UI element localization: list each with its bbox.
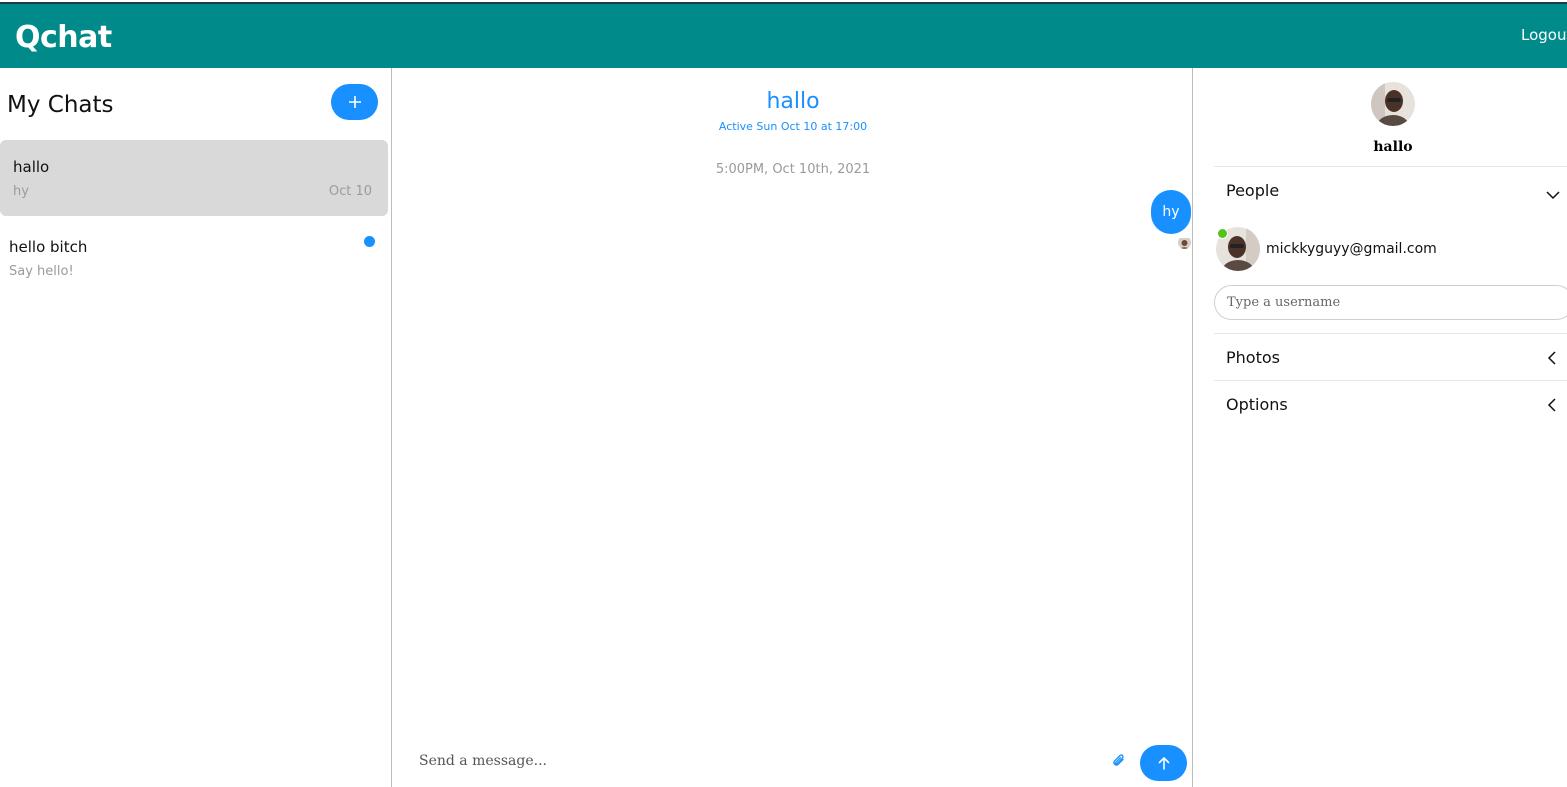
app-brand: Qchat xyxy=(15,20,112,55)
chat-card-name: hello bitch xyxy=(9,238,88,256)
person-email: mickkyguyy@gmail.com xyxy=(1266,241,1437,257)
chat-card-hello-bitch[interactable]: hello bitch Say hello! xyxy=(0,220,388,296)
online-status-indicator xyxy=(1217,228,1228,239)
people-section-header[interactable]: People xyxy=(1226,181,1279,200)
plus-icon xyxy=(348,96,361,108)
chevron-down-icon[interactable] xyxy=(1546,185,1560,204)
chat-card-date: Oct 10 xyxy=(328,184,372,199)
arrow-up-icon xyxy=(1158,757,1169,770)
message-timestamp: 5:00PM, Oct 10th, 2021 xyxy=(715,162,871,177)
chat-settings-panel: hallo People mickkyguyy@gmail.com Photos… xyxy=(1194,68,1567,787)
logout-button[interactable]: Logout xyxy=(1521,26,1567,44)
chat-card-last-message: Say hello! xyxy=(9,264,74,279)
chat-list-panel: My Chats hallo hy Oct 10 hello bitch Say… xyxy=(0,68,392,787)
chat-active-status: Active Sun Oct 10 at 17:00 xyxy=(718,120,868,133)
chat-card-last-message: hy xyxy=(13,184,29,199)
send-button[interactable] xyxy=(1140,745,1187,781)
options-section-header[interactable]: Options xyxy=(1226,395,1288,414)
username-search-input[interactable] xyxy=(1214,285,1567,320)
top-nav-bar: Qchat Logout xyxy=(0,2,1567,68)
chevron-left-icon[interactable] xyxy=(1547,350,1557,369)
chat-title: hallo xyxy=(766,89,820,114)
chat-settings-name: hallo xyxy=(1373,139,1413,155)
paperclip-icon[interactable] xyxy=(1111,753,1127,773)
divider xyxy=(1214,380,1567,381)
read-receipt-avatar xyxy=(1178,236,1191,249)
divider xyxy=(1214,166,1567,167)
chat-card-name: hallo xyxy=(13,158,50,176)
chat-avatar xyxy=(1371,82,1415,126)
message-bubble: hy xyxy=(1151,190,1191,234)
photos-section-header[interactable]: Photos xyxy=(1226,348,1280,367)
chevron-left-icon[interactable] xyxy=(1547,397,1557,416)
new-chat-button[interactable] xyxy=(331,84,378,120)
unread-indicator xyxy=(364,236,375,247)
divider xyxy=(1214,333,1567,334)
chat-feed: hallo Active Sun Oct 10 at 17:00 5:00PM,… xyxy=(393,68,1193,787)
my-chats-title: My Chats xyxy=(7,92,114,118)
chat-card-hallo[interactable]: hallo hy Oct 10 xyxy=(0,140,388,216)
message-input[interactable] xyxy=(417,750,1101,772)
